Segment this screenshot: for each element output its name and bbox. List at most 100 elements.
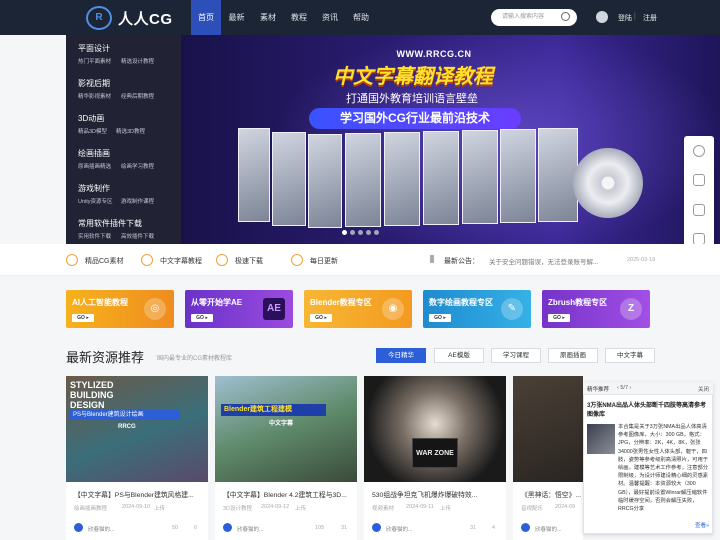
resource-date: 2024-09-12	[261, 504, 290, 510]
category-title[interactable]: 平面设计	[78, 43, 110, 54]
promo-card-zbrush[interactable]: Zbrush教程专区 GO ▸ Z	[542, 290, 650, 328]
category-link[interactable]: 经典后期教程	[121, 92, 154, 100]
product-box-image	[423, 131, 459, 225]
popup-more-link[interactable]: 查看»	[695, 521, 709, 529]
thumb-brand: RRCG	[118, 424, 136, 430]
resource-title[interactable]: 【中文字幕】Blender 4.2建筑工程与3D...	[223, 489, 351, 499]
category-title[interactable]: 常用软件插件下载	[78, 218, 142, 229]
notice-text[interactable]: 关于安全问题错误，无法登录账号解...	[489, 256, 598, 266]
category-title[interactable]: 3D动画	[78, 113, 104, 124]
resource-thumbnail[interactable]: WAR ZONE	[364, 376, 506, 482]
quick-link[interactable]: 精品CG素材	[85, 256, 124, 266]
category-title[interactable]: 游戏制作	[78, 183, 110, 194]
thumb-banner: Blender建筑工程建模	[221, 404, 326, 416]
category-link[interactable]: 精选3D教程	[116, 127, 145, 135]
video-icon	[141, 254, 153, 266]
carousel-dot[interactable]	[342, 230, 347, 235]
resource-author: 欣春猫的...	[88, 527, 115, 533]
resource-title[interactable]: 【中文字幕】PS与Blender建筑风格建...	[74, 489, 202, 499]
resource-card[interactable]: STYLIZED BUILDING DESIGN PS与Blender建筑设计绘…	[66, 376, 208, 540]
product-box-image	[500, 129, 536, 223]
tab-today[interactable]: 今日精华	[376, 348, 426, 363]
resource-action: 上传	[154, 506, 166, 512]
go-button[interactable]: GO ▸	[191, 314, 213, 322]
register-link[interactable]: 注册	[643, 13, 657, 23]
comment-count: 6	[194, 525, 198, 531]
resource-thumbnail[interactable]: STYLIZED BUILDING DESIGN PS与Blender建筑设计绘…	[66, 376, 208, 482]
user-avatar-icon[interactable]	[596, 11, 608, 23]
category-link[interactable]: 原画插画精选	[78, 162, 111, 170]
popup-close-button[interactable]: 关闭	[698, 385, 709, 393]
category-link[interactable]: 实用软件下载	[78, 232, 111, 240]
resource-card[interactable]: WAR ZONE 530组战争坦克飞机爆炸爆破特效... 视频素材 2024-0…	[364, 376, 506, 540]
resource-title[interactable]: 530组战争坦克飞机爆炸爆破特效...	[372, 489, 500, 499]
search-icon[interactable]	[561, 12, 570, 21]
product-box-image	[345, 133, 381, 227]
nav-home[interactable]: 首页	[191, 0, 221, 35]
category-link[interactable]: 热门平面素材	[78, 57, 111, 65]
resource-card[interactable]: Blender建筑工程建模 中文字幕 【中文字幕】Blender 4.2建筑工程…	[215, 376, 357, 540]
tab-illustration[interactable]: 原画插画	[548, 348, 598, 363]
go-button[interactable]: GO ▸	[310, 314, 332, 322]
category-link[interactable]: 游戏制作课程	[121, 197, 154, 205]
tab-courses[interactable]: 学习课程	[491, 348, 541, 363]
carousel-dot[interactable]	[350, 230, 355, 235]
login-link[interactable]: 登陆	[618, 13, 632, 23]
resource-action: 上传	[440, 506, 452, 512]
logo-icon[interactable]: R	[86, 6, 112, 30]
category-link[interactable]: 精选设计教程	[121, 57, 154, 65]
popup-pager[interactable]: ‹ 5/7 ›	[617, 385, 631, 391]
resource-thumbnail[interactable]	[513, 376, 583, 482]
promo-card-painting[interactable]: 数字绘画教程专区 GO ▸ ✎	[423, 290, 531, 328]
go-button[interactable]: GO ▸	[72, 314, 94, 322]
tab-ae-templates[interactable]: AE模版	[434, 348, 484, 363]
nav-help[interactable]: 帮助	[346, 0, 376, 35]
category-link[interactable]: 绘画学习教程	[121, 162, 154, 170]
zbrush-icon: Z	[620, 298, 642, 320]
popup-title[interactable]: 3万张NMA出品人体头部断千四肢等高清参考图像库	[587, 402, 709, 419]
promo-card-blender[interactable]: Blender教程专区 GO ▸ ◉	[304, 290, 412, 328]
carousel-dot[interactable]	[374, 230, 379, 235]
resource-card[interactable]: 《黑神话：悟空》... 音视配乐 2024-09 欣春猫的...	[513, 376, 583, 540]
nav-latest[interactable]: 最新	[222, 0, 251, 35]
notice-label: 最新公告：	[444, 258, 479, 265]
resource-thumbnail[interactable]: Blender建筑工程建模 中文字幕	[215, 376, 357, 482]
go-button[interactable]: GO ▸	[548, 314, 570, 322]
category-link[interactable]: 精华影视素材	[78, 92, 111, 100]
chat-icon[interactable]	[693, 174, 705, 186]
thumb-product-box: WAR ZONE	[412, 438, 458, 468]
category-link[interactable]: 高效插件下载	[121, 232, 154, 240]
resource-category: 3D设计教程	[223, 506, 253, 512]
dvd-disc-image	[573, 148, 643, 218]
quick-link[interactable]: 每日更新	[310, 256, 338, 266]
comment-count: 31	[341, 525, 348, 531]
view-count: 50	[172, 525, 179, 531]
category-link[interactable]: 精品3D模型	[78, 127, 107, 135]
headset-icon[interactable]	[693, 145, 705, 157]
mail-icon[interactable]	[693, 204, 705, 216]
popup-thumbnail[interactable]	[587, 424, 615, 454]
nav-assets[interactable]: 素材	[253, 0, 283, 35]
login-divider: |	[634, 13, 636, 20]
quick-link[interactable]: 中文字幕教程	[160, 256, 202, 266]
go-button[interactable]: GO ▸	[429, 314, 451, 322]
product-box-image	[238, 128, 270, 222]
category-link[interactable]: Unity资源专区	[78, 197, 113, 205]
resource-date: 2024-09-10	[122, 504, 151, 510]
carousel-dot[interactable]	[358, 230, 363, 235]
promo-card-ai[interactable]: AI人工智能教程 GO ▸ ◎	[66, 290, 174, 328]
category-title[interactable]: 影视后期	[78, 78, 110, 89]
carousel-dot[interactable]	[366, 230, 371, 235]
logo-text[interactable]: 人人CG	[118, 8, 173, 29]
author-avatar	[372, 523, 381, 532]
category-title[interactable]: 绘画插画	[78, 148, 110, 159]
author-avatar	[521, 523, 530, 532]
promo-card-title: AI人工智能教程	[72, 298, 128, 307]
promo-card-ae[interactable]: 从零开始学AE GO ▸ AE	[185, 290, 293, 328]
resource-title[interactable]: 《黑神话：悟空》...	[521, 489, 583, 499]
quick-link[interactable]: 极速下载	[235, 256, 263, 266]
nav-tutorials[interactable]: 教程	[284, 0, 314, 35]
nav-news[interactable]: 资讯	[315, 0, 345, 35]
resource-category: 视频素材	[372, 506, 395, 512]
tab-subtitles[interactable]: 中文字幕	[605, 348, 655, 363]
